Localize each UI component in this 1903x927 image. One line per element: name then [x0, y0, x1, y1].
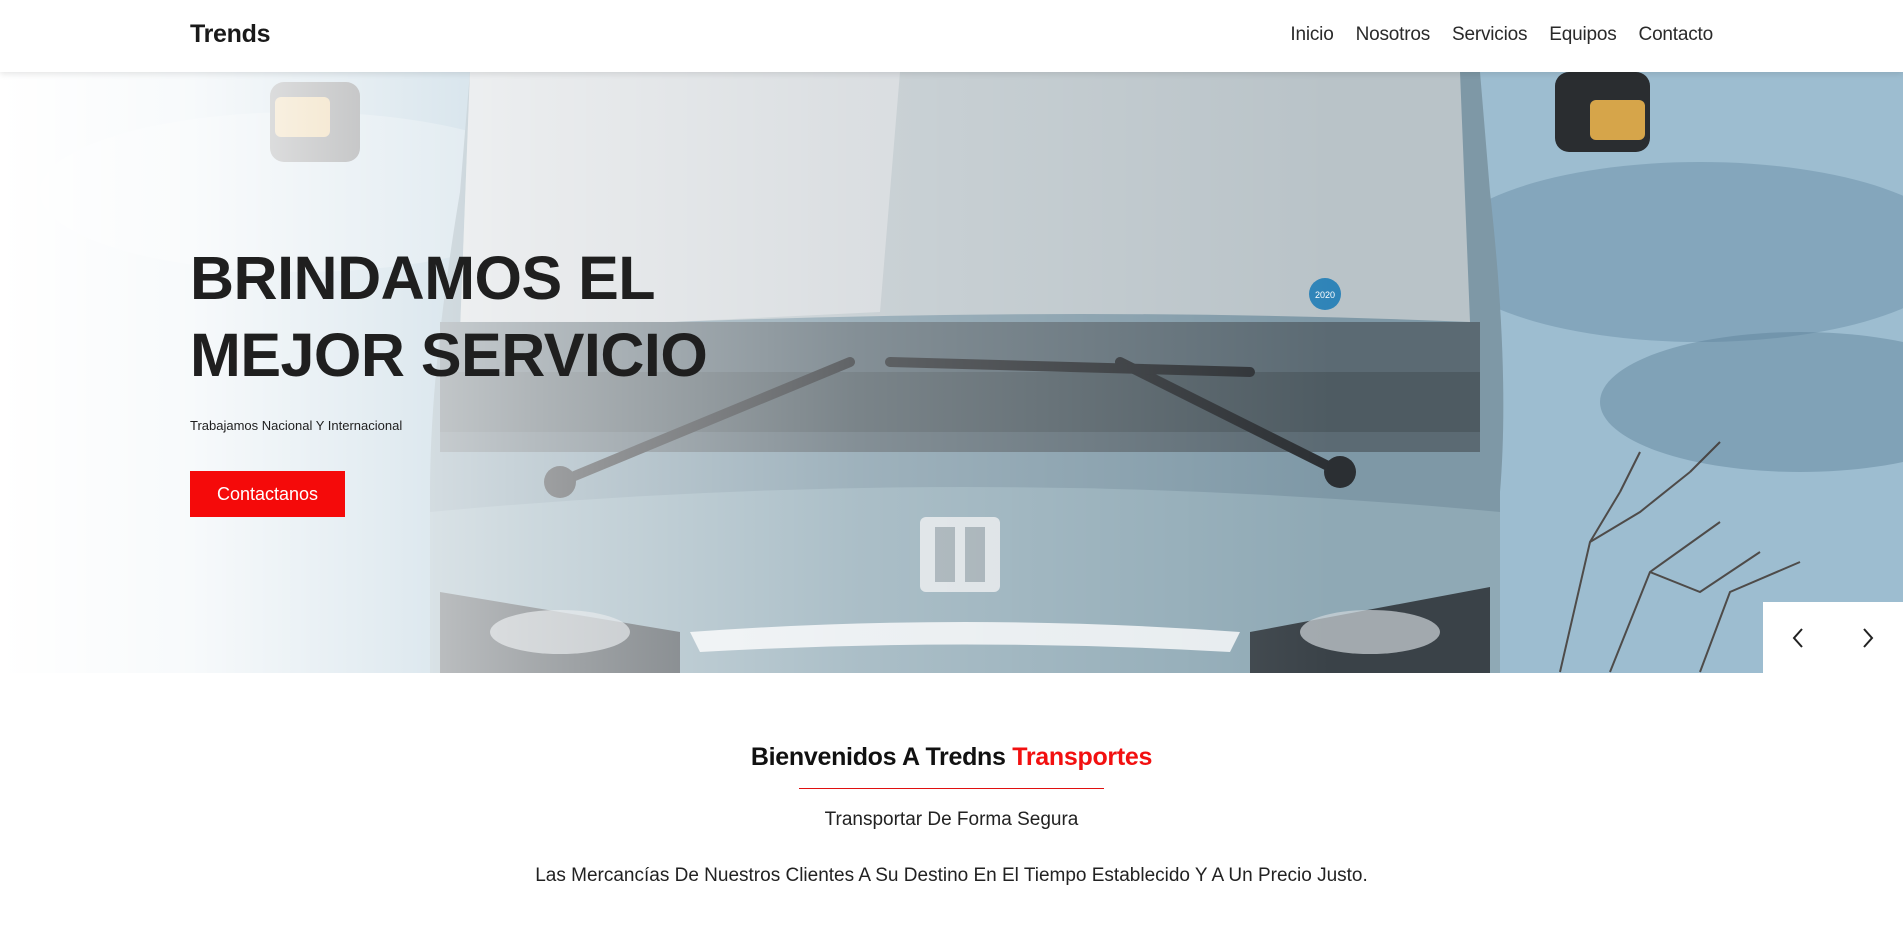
welcome-title-accent: Transportes — [1012, 743, 1153, 771]
welcome-title-main: Bienvenidos A Tredns — [750, 743, 1006, 771]
chevron-left-icon — [1792, 627, 1803, 648]
nav-item-servicios: Servicios — [1452, 24, 1527, 46]
nav-item-contacto: Contacto — [1639, 24, 1714, 46]
nav-menu: Inicio Nosotros Servicios Equipos Contac… — [1290, 24, 1713, 46]
nav-link-contacto[interactable]: Contacto — [1639, 24, 1714, 45]
nav-link-servicios[interactable]: Servicios — [1452, 24, 1527, 45]
nav-item-inicio: Inicio — [1290, 24, 1333, 46]
carousel-prev-button[interactable] — [1763, 602, 1833, 673]
hero-subtitle: Trabajamos Nacional Y Internacional — [190, 418, 403, 433]
contact-button[interactable]: Contactanos — [190, 471, 345, 517]
hero-content: BRINDAMOS EL MEJOR SERVICIO Trabajamos N… — [190, 240, 710, 517]
nav-item-equipos: Equipos — [1549, 24, 1616, 46]
hero-section: 2020 BRINDAMOS EL MEJOR SERVICIO Trabaja… — [0, 72, 1903, 673]
nav-link-inicio[interactable]: Inicio — [1290, 24, 1333, 45]
hero-title-line2: MEJOR SERVICIO — [190, 321, 708, 389]
carousel-controls — [1763, 602, 1903, 673]
navbar: Trends Inicio Nosotros Servicios Equipos… — [0, 0, 1903, 72]
welcome-divider — [799, 788, 1104, 789]
carousel-next-button[interactable] — [1833, 602, 1903, 673]
brand-logo[interactable]: Trends — [190, 20, 270, 49]
hero-title-line1: BRINDAMOS EL — [190, 244, 656, 312]
welcome-body: Las Mercancías De Nuestros Clientes A Su… — [535, 865, 1368, 886]
nav-item-nosotros: Nosotros — [1356, 24, 1431, 46]
welcome-title: Bienvenidos A Tredns Transportes — [0, 743, 1903, 772]
welcome-section: Bienvenidos A Tredns Transportes Transpo… — [0, 673, 1903, 927]
hero-title: BRINDAMOS EL MEJOR SERVICIO — [190, 240, 710, 394]
nav-link-nosotros[interactable]: Nosotros — [1356, 24, 1431, 45]
chevron-right-icon — [1863, 627, 1874, 648]
welcome-tagline: Transportar De Forma Segura — [824, 809, 1079, 830]
nav-link-equipos[interactable]: Equipos — [1549, 24, 1616, 45]
